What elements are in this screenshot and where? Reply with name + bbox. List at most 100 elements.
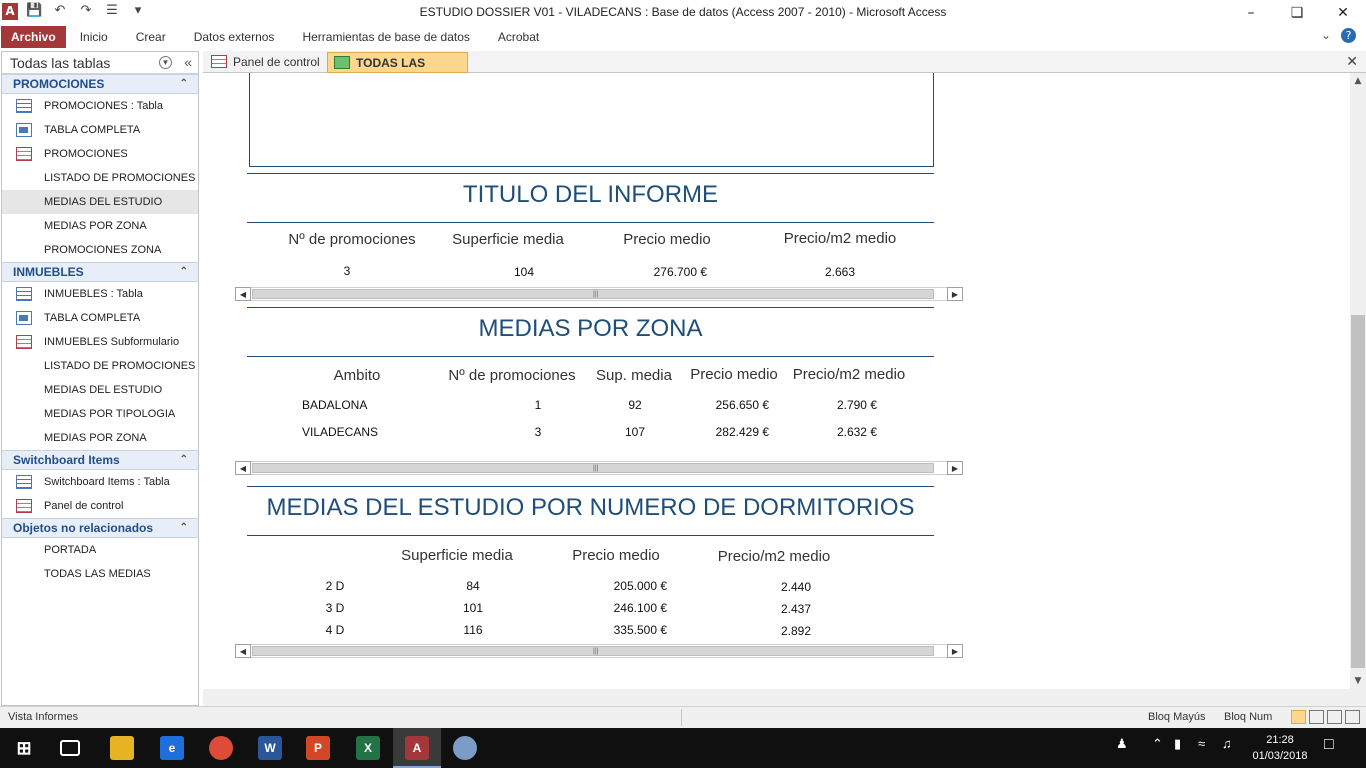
nav-item-todas-las-medias[interactable]: TODAS LAS MEDIAS [2, 562, 235, 654]
tab-panel-de-control[interactable]: Panel de control [205, 52, 325, 73]
nav-item-tabla-completa[interactable]: TABLA COMPLETA [2, 306, 198, 330]
vertical-scrollbar[interactable]: ▲ ▼ [1350, 73, 1366, 689]
people-icon[interactable]: ♟ [1116, 736, 1128, 752]
minimize-icon[interactable]: – [1228, 2, 1274, 24]
nav-item-switchboard-items-tabla[interactable]: Switchboard Items : Tabla [2, 470, 198, 494]
horizontal-scrollbar[interactable]: ◀ ||| ▶ [235, 461, 963, 475]
powerpoint-icon[interactable]: P [306, 736, 330, 760]
nav-item-label: TODAS LAS MEDIAS [44, 568, 151, 580]
tab-herramientas[interactable]: Herramientas de base de datos [288, 26, 483, 48]
status-separator [681, 709, 682, 726]
nav-item-medias-por-zona[interactable]: MEDIAS POR ZONA [2, 426, 235, 518]
status-caps-lock: Bloq Mayús [1148, 711, 1206, 723]
cell-ambito: BADALONA [302, 398, 368, 412]
close-icon[interactable]: ✕ [1320, 2, 1366, 24]
report-view-icon[interactable] [1291, 710, 1306, 724]
cell-precio: 335.500 € [613, 623, 667, 637]
scroll-left-icon[interactable]: ◀ [235, 287, 251, 301]
scroll-right-icon[interactable]: ▶ [947, 287, 963, 301]
scroll-up-icon[interactable]: ▲ [1350, 73, 1366, 89]
scroll-thumb[interactable]: ||| [252, 646, 934, 656]
close-document-icon[interactable]: ✕ [1346, 53, 1358, 70]
nav-item-inmuebles-subformulario[interactable]: INMUEBLES Subformulario [2, 330, 198, 354]
scroll-right-icon[interactable]: ▶ [947, 461, 963, 475]
clock-time: 21:28 [1266, 734, 1294, 746]
scroll-down-icon[interactable]: ▼ [1350, 673, 1366, 689]
tab-inicio[interactable]: Inicio [66, 26, 122, 48]
tab-acrobat[interactable]: Acrobat [484, 26, 553, 48]
nav-group-title: PROMOCIONES [13, 77, 105, 91]
help-icon[interactable]: ? [1341, 28, 1356, 43]
nav-group-inmuebles[interactable]: INMUEBLES ⌃ [2, 262, 198, 282]
design-view-icon[interactable] [1345, 710, 1360, 724]
restore-icon[interactable]: ❏ [1274, 2, 1320, 24]
taskbar-clock[interactable]: 21:28 01/03/2018 [1250, 732, 1310, 764]
tab-todas-las-medias[interactable]: TODAS LAS MEDIAS [327, 52, 468, 90]
scroll-left-icon[interactable]: ◀ [235, 461, 251, 475]
cell-precio: 205.000 € [613, 579, 667, 593]
tab-datos-externos[interactable]: Datos externos [180, 26, 289, 48]
edge-icon[interactable]: e [160, 736, 184, 760]
cell-precio-m2: 2.632 € [836, 425, 877, 439]
form-icon [16, 335, 32, 349]
layout-view-icon[interactable] [1327, 710, 1342, 724]
nav-item-medias-por-zona[interactable]: MEDIAS POR ZONA [2, 214, 235, 306]
expand-ribbon-icon[interactable]: ⌄ [1321, 28, 1331, 43]
volume-icon[interactable]: ♫ [1222, 736, 1232, 751]
section-title-zona: MEDIAS POR ZONA [478, 315, 703, 342]
print-preview-icon[interactable] [1309, 710, 1324, 724]
scroll-thumb[interactable]: ||| [252, 289, 934, 299]
wifi-icon[interactable]: ≈ [1198, 736, 1205, 751]
horizontal-scrollbar[interactable]: ◀ ||| ▶ [235, 287, 963, 301]
tab-crear[interactable]: Crear [122, 26, 180, 48]
task-view-icon[interactable] [60, 740, 80, 756]
nav-item-medias-del-estudio[interactable]: MEDIAS DEL ESTUDIO [2, 190, 235, 282]
collapse-group-icon[interactable]: ⌃ [180, 519, 188, 537]
scroll-thumb[interactable]: ||| [252, 463, 934, 473]
nav-item-label: INMUEBLES : Tabla [44, 288, 143, 300]
nav-item-tabla-completa[interactable]: TABLA COMPLETA [2, 118, 198, 142]
nav-group-title: Objetos no relacionados [13, 521, 154, 535]
nav-item-listado-de-promociones[interactable]: LISTADO DE PROMOCIONES [2, 354, 235, 446]
nav-item-promociones-tabla[interactable]: PROMOCIONES : Tabla [2, 94, 198, 118]
battery-icon[interactable]: ▮ [1174, 736, 1181, 752]
section-title-dormitorios: MEDIAS DEL ESTUDIO POR NUMERO DE DORMITO… [266, 494, 915, 521]
access-icon[interactable]: A [405, 736, 429, 760]
nav-item-medias-del-estudio[interactable]: MEDIAS DEL ESTUDIO [2, 378, 235, 470]
scroll-right-icon[interactable]: ▶ [947, 644, 963, 658]
collapse-group-icon[interactable]: ⌃ [180, 75, 188, 93]
collapse-group-icon[interactable]: ⌃ [180, 263, 188, 281]
nav-item-inmuebles-tabla[interactable]: INMUEBLES : Tabla [2, 282, 198, 306]
chrome-icon[interactable] [209, 736, 233, 760]
paint-icon[interactable] [453, 736, 477, 760]
windows-taskbar: ⊞ e W P X A ♟ ⌃ ▮ ≈ ♫ 21:28 01/03/2018 □ [0, 728, 1366, 768]
vertical-scroll-thumb[interactable] [1351, 315, 1365, 668]
nav-item-promociones[interactable]: PROMOCIONES [2, 142, 198, 166]
tab-archivo[interactable]: Archivo [1, 26, 66, 48]
status-num-lock: Bloq Num [1224, 711, 1273, 723]
nav-dropdown-icon[interactable]: ▼ [159, 56, 172, 69]
nav-group-promociones[interactable]: PROMOCIONES ⌃ [2, 74, 198, 94]
collapse-pane-icon[interactable]: « [184, 54, 192, 70]
notifications-icon[interactable]: □ [1324, 736, 1334, 754]
tray-chevron-icon[interactable]: ⌃ [1152, 736, 1163, 752]
divider [247, 535, 934, 536]
col-header: Ambito [333, 367, 381, 384]
cell-dormitorios: 4 D [325, 623, 345, 637]
nav-item-medias-por-tipologia[interactable]: MEDIAS POR TIPOLOGIA [2, 402, 235, 494]
nav-group-objetos-no-relacionados[interactable]: Objetos no relacionados ⌃ [2, 518, 198, 538]
nav-group-switchboard-items[interactable]: Switchboard Items ⌃ [2, 450, 198, 470]
excel-icon[interactable]: X [356, 736, 380, 760]
nav-item-portada[interactable]: PORTADA [2, 538, 235, 630]
nav-item-panel-de-control[interactable]: Panel de control [2, 494, 198, 518]
nav-item-promociones-zona[interactable]: PROMOCIONES ZONA [2, 238, 235, 330]
nav-header[interactable]: Todas las tablas ▼ « [2, 52, 198, 74]
col-header: Precio medio [623, 231, 711, 248]
nav-item-listado-de-promociones[interactable]: LISTADO DE PROMOCIONES [2, 166, 235, 258]
horizontal-scrollbar[interactable]: ◀ ||| ▶ [235, 644, 963, 658]
scroll-left-icon[interactable]: ◀ [235, 644, 251, 658]
word-icon[interactable]: W [258, 736, 282, 760]
file-explorer-icon[interactable] [110, 736, 134, 760]
windows-start-icon[interactable]: ⊞ [12, 736, 36, 760]
collapse-group-icon[interactable]: ⌃ [180, 451, 188, 469]
